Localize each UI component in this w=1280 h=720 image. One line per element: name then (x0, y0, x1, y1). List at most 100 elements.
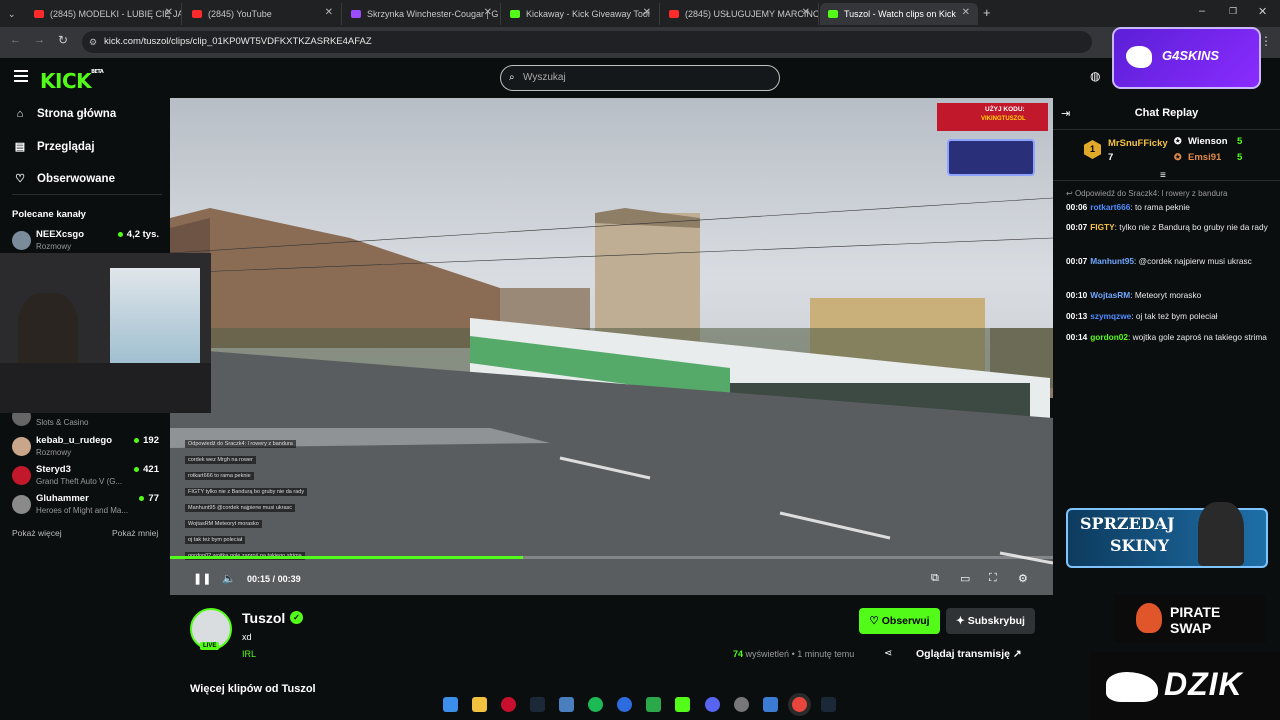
tab-search-button[interactable]: ⌄ (0, 3, 24, 25)
volume-icon[interactable]: 🔈 (222, 572, 236, 585)
channel-item[interactable]: Steryd3 Grand Theft Auto V (G... 421 (12, 464, 162, 490)
message-user[interactable]: Manhunt95 (1090, 256, 1134, 266)
channel-category: Slots & Casino (36, 418, 89, 427)
leaderboard-user[interactable]: MrSnuFFicky (1108, 138, 1168, 149)
viewer-count: 421 (134, 464, 159, 475)
message-user[interactable]: FIGTY (1090, 222, 1114, 232)
nav-browse[interactable]: ▤ Przeglądaj (14, 140, 95, 154)
browser-tab[interactable]: (2845) USŁUGUJEMY MARCINO ✕ (661, 3, 819, 25)
channel-item[interactable]: NEEXcsgo Rozmowy 4,2 tys. (12, 229, 162, 255)
leaderboard-user[interactable]: Wienson (1188, 136, 1228, 147)
opera-icon[interactable] (501, 697, 516, 712)
share-icon[interactable]: ⋖ (884, 648, 892, 659)
avatar (12, 466, 31, 485)
browser-tab[interactable]: (2845) YouTube ✕ (184, 3, 342, 25)
new-tab-button[interactable]: + (983, 5, 991, 20)
reply-icon: ↩ (1066, 189, 1075, 198)
subscribe-button[interactable]: ✦ Subskrybuj (946, 608, 1035, 634)
dzik-ad[interactable]: DZIK (1090, 652, 1280, 720)
pip-icon[interactable]: ⧉ (931, 572, 939, 585)
message-text: tylko nie z Bandurą bo gruby nie da rady (1119, 222, 1268, 232)
nav-label: Obserwowane (37, 172, 115, 185)
browser-tab[interactable]: Skrzynka Winchester-Cougar | G ✕ (343, 3, 501, 25)
nav-home[interactable]: ⌂ Strona główna (14, 108, 117, 120)
overlay-chat-line: FIGTY tylko nie z Bandurą bo gruby nie d… (185, 488, 308, 496)
person-image (18, 293, 78, 373)
file-explorer-icon[interactable] (472, 697, 487, 712)
url-field[interactable]: ⚙ kick.com/tuszol/clips/clip_01KP0WT5VDF… (82, 31, 1092, 53)
photos-icon[interactable] (763, 697, 778, 712)
message-user[interactable]: WojtasRM (1090, 290, 1130, 300)
promo-code-label: UŻYJ KODU: (985, 106, 1025, 113)
show-more-link[interactable]: Pokaż więcej (12, 528, 62, 538)
window-close-button[interactable]: ✕ (1258, 5, 1267, 18)
home-icon: ⌂ (16, 108, 24, 120)
close-icon[interactable]: ✕ (484, 7, 492, 18)
pause-icon[interactable]: ❚❚ (193, 572, 211, 585)
settings-icon[interactable]: ⚙ (1018, 572, 1028, 585)
browser-tab[interactable]: Kickaway - Kick Giveaway Tool ✕ (502, 3, 660, 25)
leaderboard-user[interactable]: Emsi91 (1188, 152, 1221, 163)
heart-icon: ♡ (15, 173, 25, 185)
time-total: 00:39 (277, 574, 301, 584)
menu-icon[interactable]: ⋮ (1260, 34, 1272, 48)
close-icon[interactable]: ✕ (643, 7, 651, 18)
search-input[interactable]: ⌕ Wyszukaj (500, 65, 780, 91)
steam-icon[interactable] (530, 697, 545, 712)
close-icon[interactable]: ✕ (962, 7, 970, 18)
follow-button[interactable]: ♡ Obserwuj (859, 608, 940, 634)
monitor-icon[interactable] (559, 697, 574, 712)
chevron-down-icon: ⌄ (8, 8, 16, 19)
show-less-link[interactable]: Pokaż mniej (112, 528, 158, 538)
pirate-swap-ad[interactable]: PIRATE SWAP (1114, 595, 1266, 643)
kick-app-icon[interactable] (675, 697, 690, 712)
steam-icon[interactable] (821, 697, 836, 712)
video-player[interactable]: UŻYJ KODU: VIKINGTUSZOL Odpowiedź do Sra… (170, 98, 1053, 595)
chrome-icon[interactable] (792, 697, 807, 712)
ad-text-line1: SPRZEDAJ (1080, 514, 1175, 533)
close-icon[interactable]: ✕ (802, 7, 810, 18)
kick-logo[interactable]: KICKBETA (40, 69, 104, 93)
fullscreen-icon[interactable]: ⛶ (989, 572, 997, 585)
back-button[interactable]: ← (10, 34, 21, 46)
reload-button[interactable]: ↻ (58, 33, 68, 47)
close-icon[interactable]: ✕ (325, 7, 333, 18)
site-info-icon[interactable]: ⚙ (89, 31, 97, 53)
message-user[interactable]: szymqzwe (1090, 311, 1131, 321)
theater-mode-icon[interactable]: ▭ (960, 572, 970, 585)
hamburger-menu-icon[interactable] (14, 70, 28, 82)
logo-text: KICK (40, 69, 92, 93)
minimize-button[interactable]: – (1199, 5, 1205, 17)
maximize-button[interactable]: ❐ (1229, 6, 1237, 17)
channel-item[interactable]: kebab_u_rudego Rozmowy 192 (12, 435, 162, 461)
channel-name: Gluhammer (36, 493, 89, 504)
spotify-icon[interactable] (588, 697, 603, 712)
watch-stream-button[interactable]: Oglądaj transmisję ↗ (916, 648, 1022, 660)
clip-views: 74 wyświetleń • 1 minutę temu (733, 649, 854, 659)
chart-app-icon[interactable] (646, 697, 661, 712)
windows-start-icon[interactable] (443, 697, 458, 712)
language-globe-icon[interactable]: ◍ (1090, 69, 1100, 83)
channel-item[interactable]: Gluhammer Heroes of Might and Ma... 77 (12, 493, 162, 519)
app-icon[interactable] (734, 697, 749, 712)
browser-tab[interactable]: (2845) MODELKI - LUBIĘ CIĘ JAK ✕ (26, 3, 182, 25)
g4skins-ad[interactable]: G4SKINS (1112, 27, 1261, 89)
messenger-icon[interactable] (617, 697, 632, 712)
nav-following[interactable]: ♡ Obserwowane (14, 172, 115, 186)
seek-bar[interactable] (170, 556, 1053, 559)
message-user[interactable]: rotkart666 (1090, 202, 1130, 212)
discord-icon[interactable] (705, 697, 720, 712)
message-text: Meteoryt morasko (1134, 290, 1202, 300)
message-time: 00:13 (1066, 311, 1088, 321)
browser-tab-active[interactable]: Tuszol - Watch clips on Kick ✕ (820, 3, 978, 25)
divider (12, 194, 162, 195)
streamer-name[interactable]: Tuszol (242, 610, 285, 626)
stream-category[interactable]: IRL (242, 649, 256, 659)
sprzedaj-skiny-ad[interactable]: SPRZEDAJ SKINY (1066, 502, 1268, 568)
external-link-icon: ↗ (1012, 648, 1022, 660)
close-icon[interactable]: ✕ (165, 7, 173, 18)
message-user[interactable]: gordon02 (1090, 332, 1128, 342)
tab-label: Skrzynka Winchester-Cougar | G (367, 9, 499, 19)
forward-button[interactable]: → (34, 34, 45, 46)
wolf-logo-icon (1126, 46, 1152, 68)
